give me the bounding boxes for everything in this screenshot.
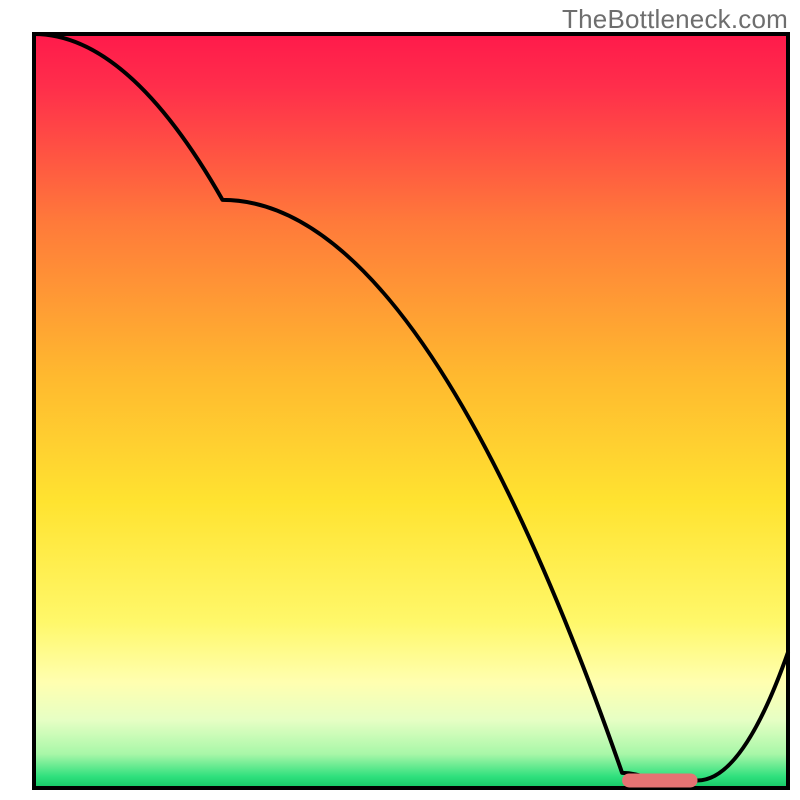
watermark-text: TheBottleneck.com: [562, 4, 788, 35]
bottleneck-chart: [0, 0, 800, 800]
chart-frame: TheBottleneck.com: [0, 0, 800, 800]
sweet-spot-marker: [622, 773, 697, 787]
plot-background: [34, 34, 788, 788]
